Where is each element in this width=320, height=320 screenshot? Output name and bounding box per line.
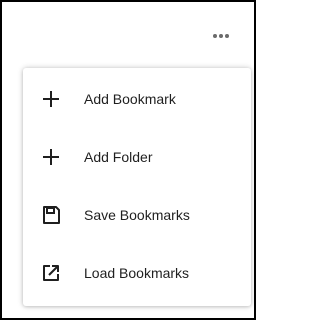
menu-item-load-bookmarks[interactable]: Load Bookmarks [23,244,251,302]
menu-item-save-bookmarks[interactable]: Save Bookmarks [23,186,251,244]
bookmarks-menu: Add Bookmark Add Folder Save Bookmarks L… [23,68,251,306]
panel-frame: Add Bookmark Add Folder Save Bookmarks L… [0,0,256,320]
menu-item-label: Add Bookmark [84,91,176,107]
open-external-icon [41,263,61,283]
more-options-button[interactable] [202,28,240,44]
menu-item-label: Load Bookmarks [84,265,190,281]
save-icon [41,205,61,225]
plus-icon [41,147,61,167]
menu-item-label: Save Bookmarks [84,207,190,223]
menu-item-add-bookmark[interactable]: Add Bookmark [23,70,251,128]
menu-item-add-folder[interactable]: Add Folder [23,128,251,186]
more-horizontal-icon-dot [225,34,229,38]
plus-icon [41,89,61,109]
menu-item-label: Add Folder [84,149,153,165]
more-horizontal-icon [213,34,217,38]
more-horizontal-icon-dot [219,34,223,38]
